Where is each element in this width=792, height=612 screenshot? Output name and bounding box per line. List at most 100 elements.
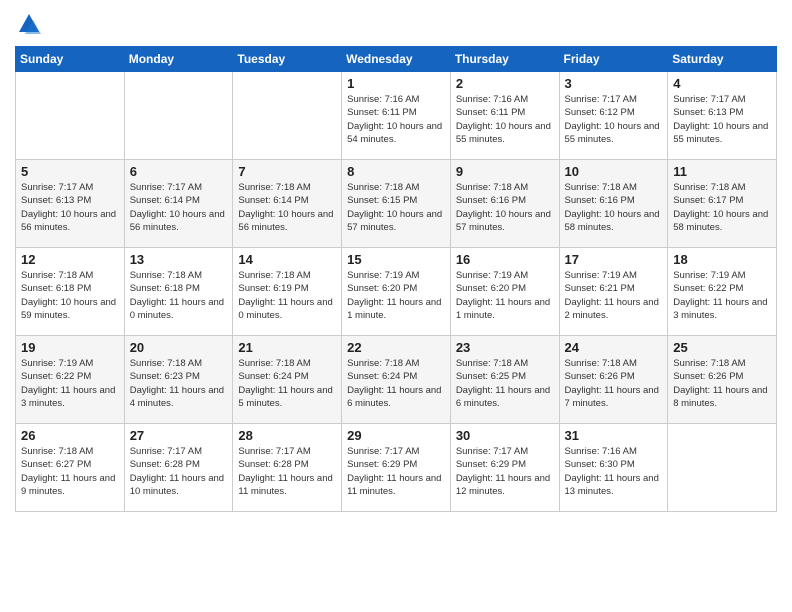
day-number: 18 bbox=[673, 252, 771, 267]
calendar-cell: 23 Sunrise: 7:18 AM Sunset: 6:25 PM Dayli… bbox=[450, 336, 559, 424]
logo-icon bbox=[15, 10, 43, 38]
calendar-week: 5 Sunrise: 7:17 AM Sunset: 6:13 PM Daylig… bbox=[16, 160, 777, 248]
weekday-header: Monday bbox=[124, 47, 233, 72]
day-number: 21 bbox=[238, 340, 336, 355]
day-number: 23 bbox=[456, 340, 554, 355]
day-number: 30 bbox=[456, 428, 554, 443]
day-info: Sunrise: 7:17 AM Sunset: 6:13 PM Dayligh… bbox=[673, 93, 771, 146]
day-number: 27 bbox=[130, 428, 228, 443]
calendar-cell: 16 Sunrise: 7:19 AM Sunset: 6:20 PM Dayli… bbox=[450, 248, 559, 336]
weekday-header: Tuesday bbox=[233, 47, 342, 72]
day-number: 25 bbox=[673, 340, 771, 355]
calendar-cell: 12 Sunrise: 7:18 AM Sunset: 6:18 PM Dayli… bbox=[16, 248, 125, 336]
day-number: 14 bbox=[238, 252, 336, 267]
calendar-cell: 19 Sunrise: 7:19 AM Sunset: 6:22 PM Dayli… bbox=[16, 336, 125, 424]
calendar-cell: 9 Sunrise: 7:18 AM Sunset: 6:16 PM Daylig… bbox=[450, 160, 559, 248]
weekday-header: Friday bbox=[559, 47, 668, 72]
day-number: 22 bbox=[347, 340, 445, 355]
day-number: 19 bbox=[21, 340, 119, 355]
calendar-header: SundayMondayTuesdayWednesdayThursdayFrid… bbox=[16, 47, 777, 72]
day-info: Sunrise: 7:18 AM Sunset: 6:18 PM Dayligh… bbox=[130, 269, 228, 322]
day-info: Sunrise: 7:16 AM Sunset: 6:30 PM Dayligh… bbox=[565, 445, 663, 498]
day-info: Sunrise: 7:18 AM Sunset: 6:24 PM Dayligh… bbox=[238, 357, 336, 410]
day-number: 6 bbox=[130, 164, 228, 179]
calendar-cell: 4 Sunrise: 7:17 AM Sunset: 6:13 PM Daylig… bbox=[668, 72, 777, 160]
day-info: Sunrise: 7:19 AM Sunset: 6:20 PM Dayligh… bbox=[456, 269, 554, 322]
day-info: Sunrise: 7:17 AM Sunset: 6:29 PM Dayligh… bbox=[347, 445, 445, 498]
calendar-cell: 30 Sunrise: 7:17 AM Sunset: 6:29 PM Dayli… bbox=[450, 424, 559, 512]
day-info: Sunrise: 7:18 AM Sunset: 6:18 PM Dayligh… bbox=[21, 269, 119, 322]
day-number: 1 bbox=[347, 76, 445, 91]
day-info: Sunrise: 7:17 AM Sunset: 6:28 PM Dayligh… bbox=[130, 445, 228, 498]
day-number: 5 bbox=[21, 164, 119, 179]
calendar-cell: 3Sunrise: 7:17 AM Sunset: 6:12 PM Daylig… bbox=[559, 72, 668, 160]
weekday-row: SundayMondayTuesdayWednesdayThursdayFrid… bbox=[16, 47, 777, 72]
calendar-body: 1 Sunrise: 7:16 AM Sunset: 6:11 PM Daylig… bbox=[16, 72, 777, 512]
calendar-cell bbox=[16, 72, 125, 160]
calendar-cell: 6 Sunrise: 7:17 AM Sunset: 6:14 PM Daylig… bbox=[124, 160, 233, 248]
day-number: 16 bbox=[456, 252, 554, 267]
calendar-cell: 8 Sunrise: 7:18 AM Sunset: 6:15 PM Daylig… bbox=[342, 160, 451, 248]
calendar-cell: 24Sunrise: 7:18 AM Sunset: 6:26 PM Dayli… bbox=[559, 336, 668, 424]
day-info: Sunrise: 7:18 AM Sunset: 6:26 PM Dayligh… bbox=[673, 357, 771, 410]
day-number: 9 bbox=[456, 164, 554, 179]
day-info: Sunrise: 7:16 AM Sunset: 6:11 PM Dayligh… bbox=[456, 93, 554, 146]
calendar-cell: 31 Sunrise: 7:16 AM Sunset: 6:30 PM Dayli… bbox=[559, 424, 668, 512]
day-info: Sunrise: 7:18 AM Sunset: 6:19 PM Dayligh… bbox=[238, 269, 336, 322]
calendar-cell bbox=[668, 424, 777, 512]
weekday-header: Thursday bbox=[450, 47, 559, 72]
calendar-cell: 20Sunrise: 7:18 AM Sunset: 6:23 PM Dayli… bbox=[124, 336, 233, 424]
day-info: Sunrise: 7:18 AM Sunset: 6:14 PM Dayligh… bbox=[238, 181, 336, 234]
day-number: 2 bbox=[456, 76, 554, 91]
day-number: 11 bbox=[673, 164, 771, 179]
calendar-cell: 7Sunrise: 7:18 AM Sunset: 6:14 PM Daylig… bbox=[233, 160, 342, 248]
weekday-header: Saturday bbox=[668, 47, 777, 72]
day-info: Sunrise: 7:19 AM Sunset: 6:20 PM Dayligh… bbox=[347, 269, 445, 322]
day-number: 8 bbox=[347, 164, 445, 179]
calendar-cell: 22 Sunrise: 7:18 AM Sunset: 6:24 PM Dayli… bbox=[342, 336, 451, 424]
calendar-cell: 2 Sunrise: 7:16 AM Sunset: 6:11 PM Daylig… bbox=[450, 72, 559, 160]
logo bbox=[15, 10, 47, 38]
day-number: 31 bbox=[565, 428, 663, 443]
day-info: Sunrise: 7:18 AM Sunset: 6:15 PM Dayligh… bbox=[347, 181, 445, 234]
day-info: Sunrise: 7:17 AM Sunset: 6:28 PM Dayligh… bbox=[238, 445, 336, 498]
calendar-cell: 18 Sunrise: 7:19 AM Sunset: 6:22 PM Dayli… bbox=[668, 248, 777, 336]
day-info: Sunrise: 7:17 AM Sunset: 6:12 PM Dayligh… bbox=[565, 93, 663, 146]
calendar-cell: 27 Sunrise: 7:17 AM Sunset: 6:28 PM Dayli… bbox=[124, 424, 233, 512]
day-number: 28 bbox=[238, 428, 336, 443]
calendar-cell: 14 Sunrise: 7:18 AM Sunset: 6:19 PM Dayli… bbox=[233, 248, 342, 336]
calendar-cell: 13 Sunrise: 7:18 AM Sunset: 6:18 PM Dayli… bbox=[124, 248, 233, 336]
day-info: Sunrise: 7:17 AM Sunset: 6:29 PM Dayligh… bbox=[456, 445, 554, 498]
day-number: 12 bbox=[21, 252, 119, 267]
day-info: Sunrise: 7:19 AM Sunset: 6:21 PM Dayligh… bbox=[565, 269, 663, 322]
day-info: Sunrise: 7:17 AM Sunset: 6:14 PM Dayligh… bbox=[130, 181, 228, 234]
calendar-week: 12 Sunrise: 7:18 AM Sunset: 6:18 PM Dayli… bbox=[16, 248, 777, 336]
calendar-cell: 29 Sunrise: 7:17 AM Sunset: 6:29 PM Dayli… bbox=[342, 424, 451, 512]
day-number: 4 bbox=[673, 76, 771, 91]
calendar-cell bbox=[233, 72, 342, 160]
day-number: 13 bbox=[130, 252, 228, 267]
day-info: Sunrise: 7:18 AM Sunset: 6:27 PM Dayligh… bbox=[21, 445, 119, 498]
day-info: Sunrise: 7:18 AM Sunset: 6:25 PM Dayligh… bbox=[456, 357, 554, 410]
calendar-cell: 17 Sunrise: 7:19 AM Sunset: 6:21 PM Dayli… bbox=[559, 248, 668, 336]
calendar-cell: 15 Sunrise: 7:19 AM Sunset: 6:20 PM Dayli… bbox=[342, 248, 451, 336]
day-info: Sunrise: 7:19 AM Sunset: 6:22 PM Dayligh… bbox=[21, 357, 119, 410]
calendar-cell: 25 Sunrise: 7:18 AM Sunset: 6:26 PM Dayli… bbox=[668, 336, 777, 424]
day-number: 29 bbox=[347, 428, 445, 443]
calendar-week: 1 Sunrise: 7:16 AM Sunset: 6:11 PM Daylig… bbox=[16, 72, 777, 160]
day-number: 10 bbox=[565, 164, 663, 179]
day-number: 15 bbox=[347, 252, 445, 267]
day-info: Sunrise: 7:19 AM Sunset: 6:22 PM Dayligh… bbox=[673, 269, 771, 322]
day-info: Sunrise: 7:18 AM Sunset: 6:24 PM Dayligh… bbox=[347, 357, 445, 410]
day-info: Sunrise: 7:17 AM Sunset: 6:13 PM Dayligh… bbox=[21, 181, 119, 234]
page-container: SundayMondayTuesdayWednesdayThursdayFrid… bbox=[0, 0, 792, 522]
day-number: 17 bbox=[565, 252, 663, 267]
day-info: Sunrise: 7:18 AM Sunset: 6:16 PM Dayligh… bbox=[456, 181, 554, 234]
day-info: Sunrise: 7:16 AM Sunset: 6:11 PM Dayligh… bbox=[347, 93, 445, 146]
calendar-week: 19 Sunrise: 7:19 AM Sunset: 6:22 PM Dayli… bbox=[16, 336, 777, 424]
calendar-cell: 1 Sunrise: 7:16 AM Sunset: 6:11 PM Daylig… bbox=[342, 72, 451, 160]
calendar-cell: 26Sunrise: 7:18 AM Sunset: 6:27 PM Dayli… bbox=[16, 424, 125, 512]
calendar-cell: 10Sunrise: 7:18 AM Sunset: 6:16 PM Dayli… bbox=[559, 160, 668, 248]
calendar-week: 26Sunrise: 7:18 AM Sunset: 6:27 PM Dayli… bbox=[16, 424, 777, 512]
calendar-cell: 21 Sunrise: 7:18 AM Sunset: 6:24 PM Dayli… bbox=[233, 336, 342, 424]
